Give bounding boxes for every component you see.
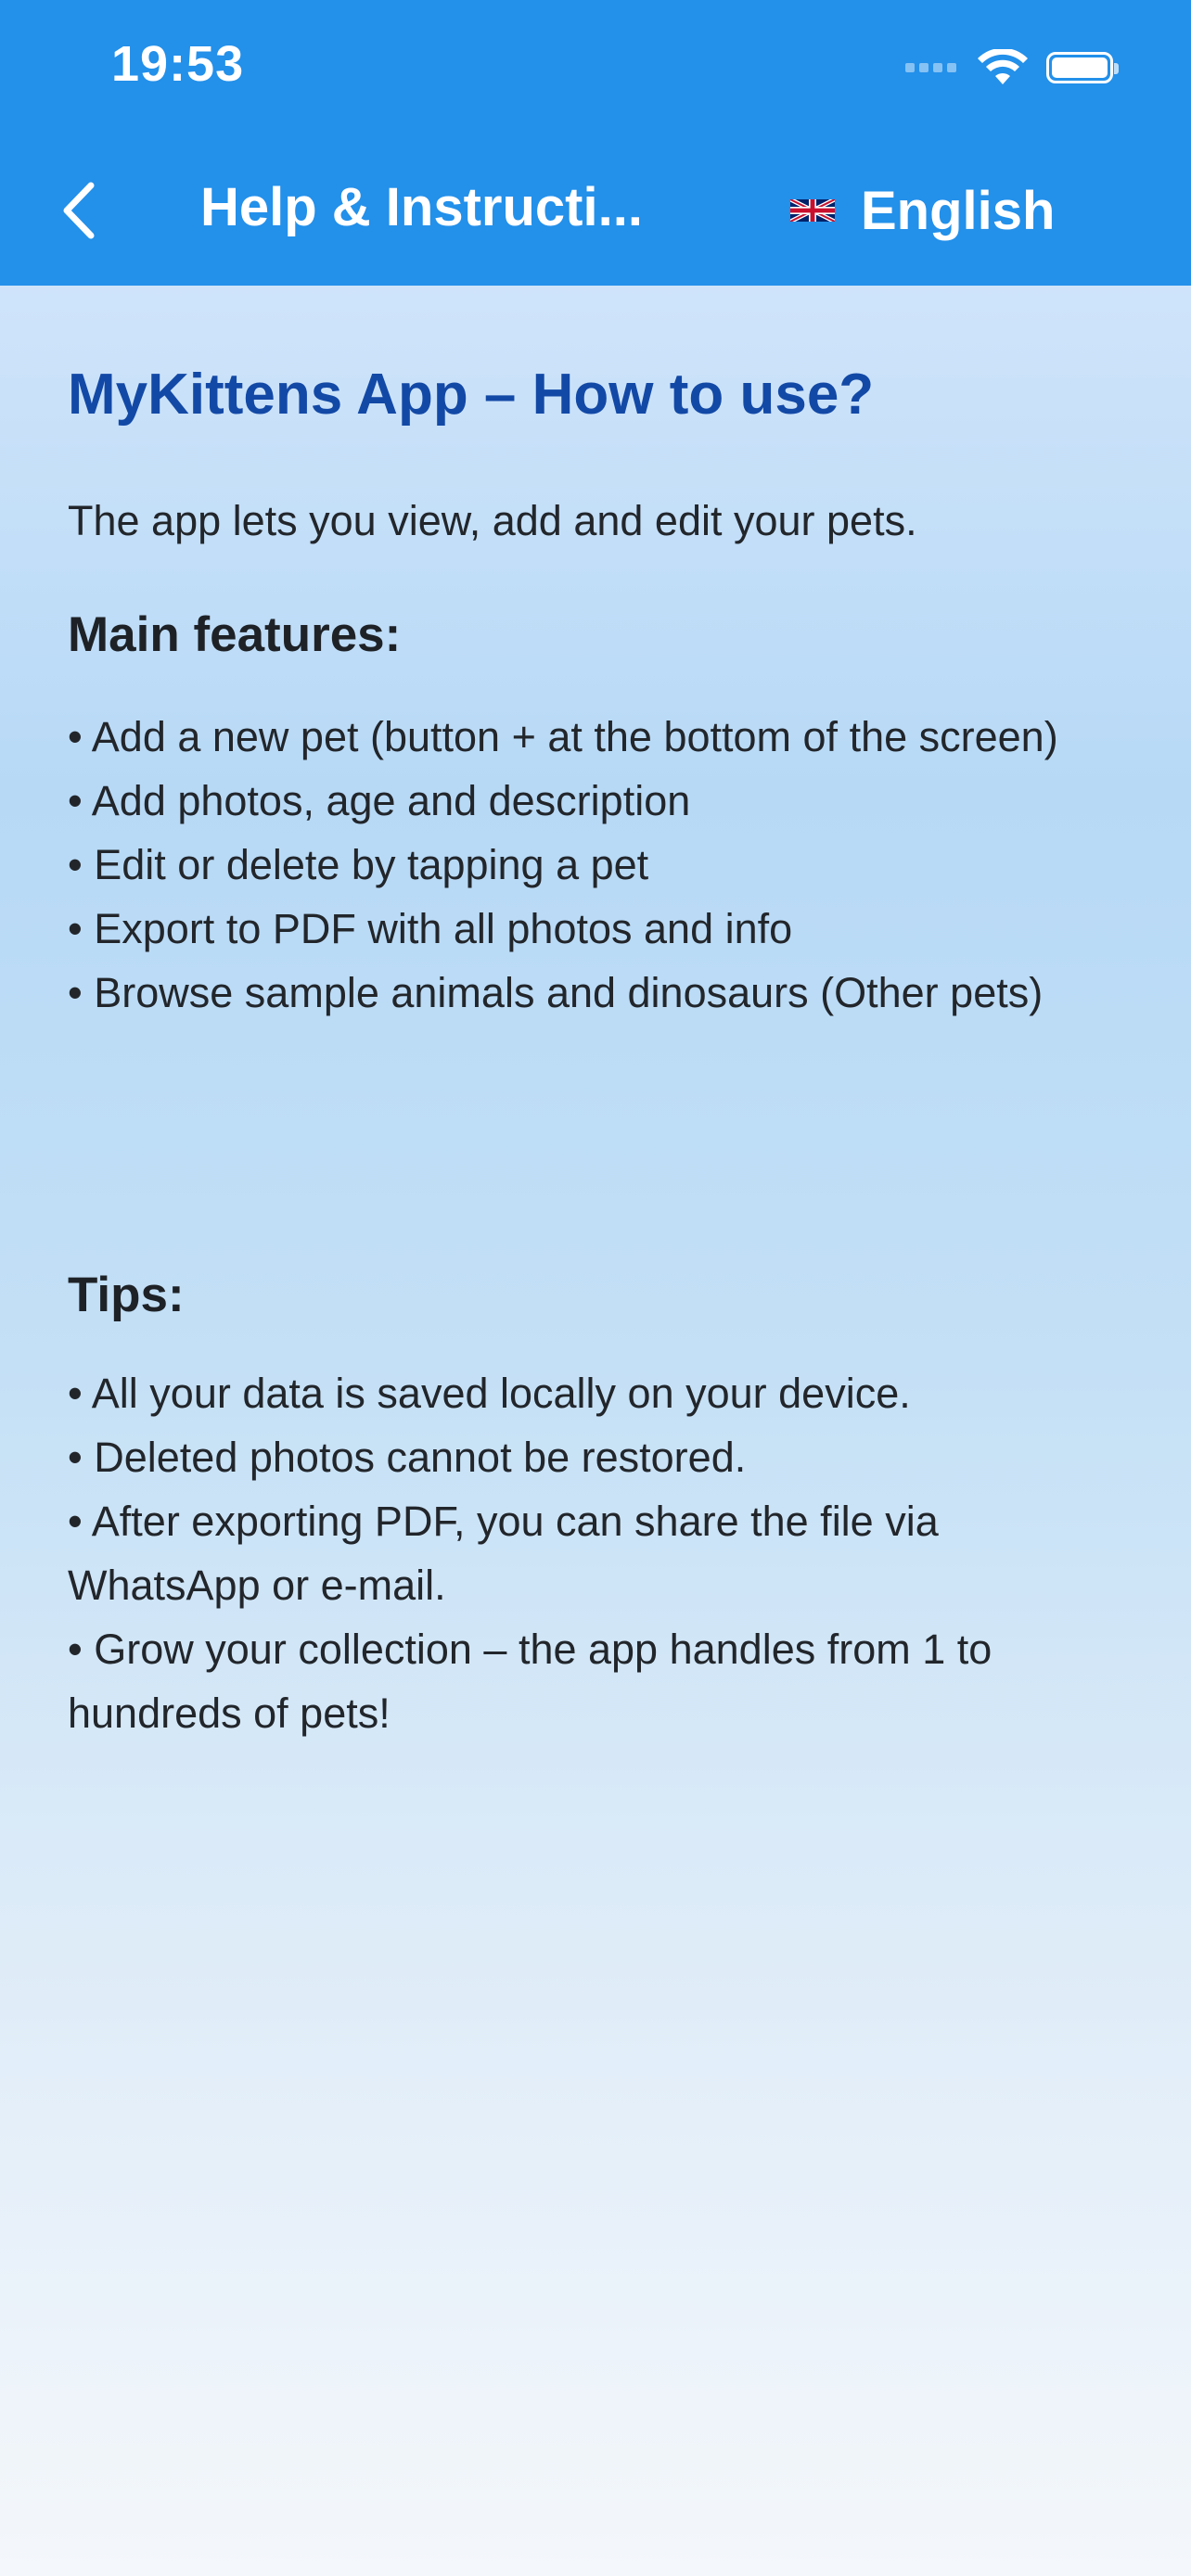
status-time: 19:53	[111, 36, 245, 92]
help-content: MyKittens App – How to use? The app lets…	[0, 286, 1191, 2576]
tips-heading: Tips:	[68, 1268, 185, 1322]
list-item: • Edit or delete by tapping a pet	[68, 841, 649, 888]
page-title: Help & Instructi...	[200, 177, 643, 237]
list-item: • Add photos, age and description	[68, 777, 691, 824]
status-icons	[905, 46, 1119, 89]
features-heading: Main features:	[68, 607, 402, 662]
chevron-left-icon	[63, 182, 95, 239]
list-item: • Browse sample animals and dinosaurs (O…	[68, 969, 1044, 1016]
features-list: • Add a new pet (button + at the bottom …	[68, 705, 1125, 1025]
list-item: • After exporting PDF, you can share the…	[68, 1498, 939, 1609]
list-item: • Add a new pet (button + at the bottom …	[68, 713, 1058, 760]
back-button[interactable]	[54, 178, 109, 243]
list-item: • Deleted photos cannot be restored.	[68, 1434, 747, 1481]
uk-flag-icon	[790, 199, 835, 222]
help-title: MyKittens App – How to use?	[68, 363, 875, 427]
intro-text: The app lets you view, add and edit your…	[68, 497, 917, 544]
list-item: • All your data is saved locally on your…	[68, 1370, 911, 1417]
language-selector-button[interactable]: English	[790, 176, 1055, 245]
help-screen: 19:53 Help & Instructi... English MyKitt…	[0, 0, 1191, 2576]
cellular-signal-icon	[905, 63, 961, 72]
list-item: • Grow your collection – the app handles…	[68, 1626, 992, 1737]
list-item: • Export to PDF with all photos and info	[68, 905, 793, 952]
top-bar: 19:53 Help & Instructi... English	[0, 0, 1191, 286]
battery-icon	[1046, 52, 1119, 83]
language-label: English	[861, 180, 1056, 241]
tips-list: • All your data is saved locally on your…	[68, 1361, 1125, 1745]
wifi-icon	[978, 49, 1028, 84]
